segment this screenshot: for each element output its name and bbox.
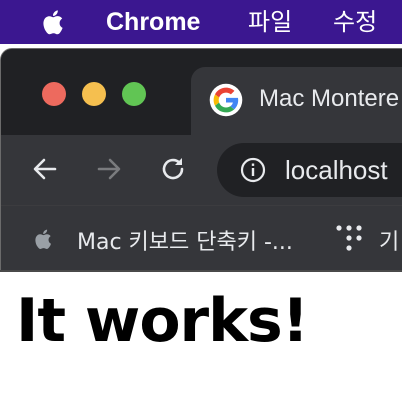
menu-app-name[interactable]: Chrome [106,8,200,36]
apple-menu-icon[interactable] [38,6,70,38]
maximize-window-button[interactable] [122,82,146,106]
menu-edit[interactable]: 수정 [333,8,377,36]
bookmarks-bar: Mac 키보드 단축키 -... 기 [1,205,402,272]
browser-window: Mac Montere localhost Mac 키보드 단축키 -... 기 [0,48,402,272]
browser-tab[interactable]: Mac Montere [191,67,402,135]
tab-title: Mac Montere [259,85,400,112]
reload-icon[interactable] [157,153,189,185]
apple-bookmark-icon[interactable] [31,226,57,252]
menu-file[interactable]: 파일 [248,8,292,36]
content-divider [0,270,402,272]
bookmark-mac-shortcuts[interactable]: Mac 키보드 단축키 -... [77,224,293,256]
title-bar: Mac Montere [1,49,402,135]
google-favicon-icon [209,83,243,117]
page-heading: It works! [16,286,309,356]
close-window-button[interactable] [42,82,66,106]
back-arrow-icon[interactable] [29,153,61,185]
browser-toolbar: localhost [1,135,402,205]
forward-arrow-icon[interactable] [93,153,125,185]
dots-grid-icon[interactable] [335,224,363,254]
address-bar[interactable]: localhost [217,143,402,197]
menu-bar: Chrome 파일 수정 [0,0,402,44]
url-text[interactable]: localhost [285,155,388,186]
site-info-icon[interactable] [239,156,267,184]
bookmark-second[interactable]: 기 [379,224,399,256]
minimize-window-button[interactable] [82,82,106,106]
